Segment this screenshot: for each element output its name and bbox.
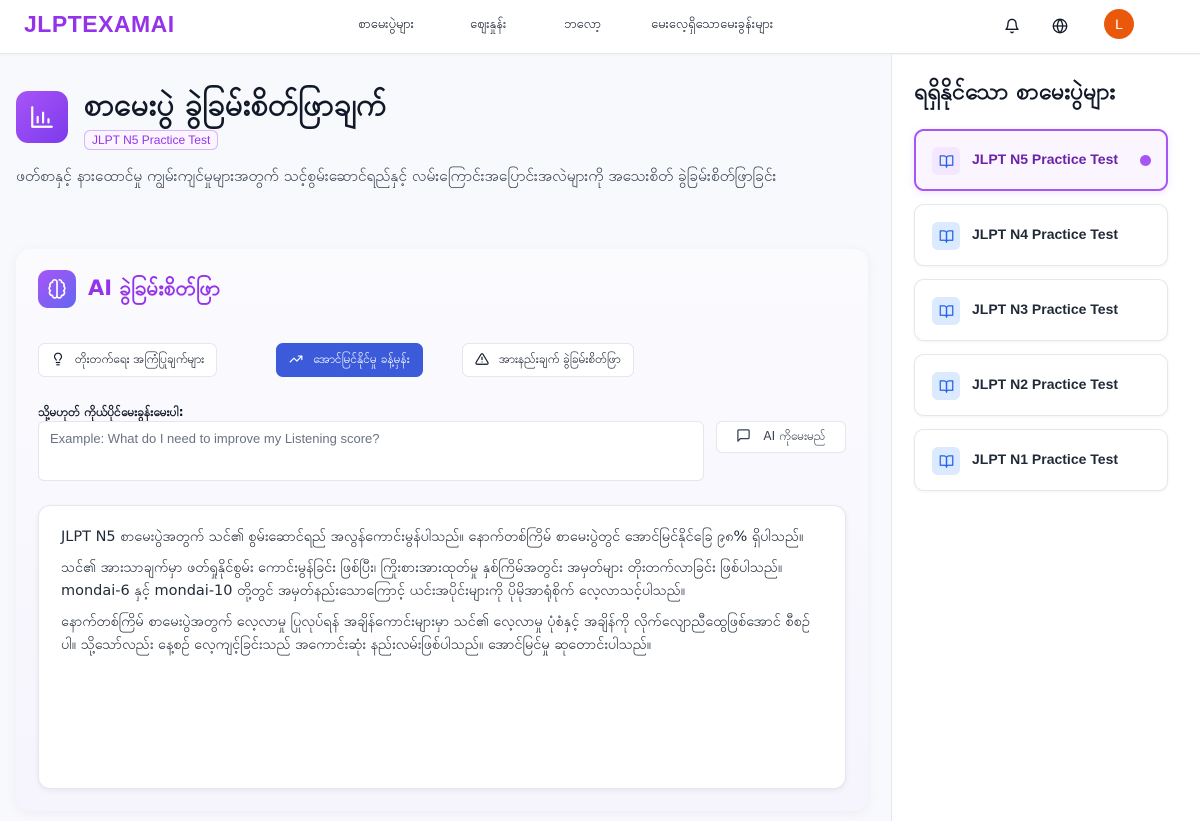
answer-paragraph: သင်၏ အားသာချက်မှာ ဖတ်ရှုနိုင်စွမ်း ကောင်… — [61, 560, 783, 599]
warning-icon — [475, 352, 489, 369]
test-label: JLPT N3 Practice Test — [972, 301, 1119, 317]
answer-paragraph: JLPT N5 စာမေးပွဲအတွက် သင်၏ စွမ်းဆောင်ရည်… — [61, 529, 804, 545]
message-icon — [736, 428, 751, 446]
book-icon — [932, 147, 960, 175]
sidebar-title: ရရှိနိုင်သော စာမေးပွဲများ — [914, 79, 1116, 105]
test-label: JLPT N2 Practice Test — [972, 376, 1119, 392]
test-label: JLPT N5 Practice Test — [972, 151, 1119, 167]
bar-chart-icon — [16, 91, 68, 143]
question-input[interactable] — [38, 421, 704, 481]
book-icon — [932, 447, 960, 475]
tab-label: အားနည်းချက် ခွဲခြမ်းစိတ်ဖြာ — [499, 352, 621, 366]
ai-answer-box: JLPT N5 စာမေးပွဲအတွက် သင်၏ စွမ်းဆောင်ရည်… — [38, 505, 846, 789]
test-item-n1[interactable]: JLPT N1 Practice Test — [914, 429, 1168, 491]
active-indicator — [1140, 155, 1151, 166]
nav-blog[interactable]: ဘလော့ — [564, 16, 601, 35]
nav-pricing[interactable]: ဈေးနှုန်း — [470, 16, 506, 35]
answer-paragraph: နောက်တစ်ကြိမ် စာမေးပွဲအတွက် လေ့လာမှု ပြု… — [61, 614, 810, 653]
bell-icon[interactable] — [1000, 14, 1024, 38]
main-content: စာမေးပွဲ ခွဲခြမ်းစိတ်ဖြာချက် JLPT N5 Pra… — [0, 55, 890, 821]
tab-improvement-tips[interactable]: တိုးတက်ရေး အကြံပြုချက်များ — [38, 343, 218, 377]
page-title: စာမေးပွဲ ခွဲခြမ်းစိတ်ဖြာချက် — [84, 87, 387, 123]
ai-analysis-card: AI ခွဲခြမ်းစိတ်ဖြာ တိုးတက်ရေး အကြံပြုချက… — [16, 249, 868, 811]
lightbulb-icon — [51, 352, 65, 369]
top-navbar: JLPTEXAMAI စာမေးပွဲများ ဈေးနှုန်း ဘလော့ … — [0, 0, 1200, 54]
tab-weakness-analysis[interactable]: အားနည်းချက် ခွဲခြမ်းစိတ်ဖြာ — [462, 343, 634, 377]
tab-label: တိုးတက်ရေး အကြံပြုချက်များ — [75, 352, 205, 366]
globe-icon[interactable] — [1048, 14, 1072, 38]
tab-label: အောင်မြင်နိုင်မှု ခန့်မှန်း — [313, 352, 410, 366]
ai-panel-title: AI ခွဲခြမ်းစိတ်ဖြာ — [88, 276, 221, 300]
test-item-n5[interactable]: JLPT N5 Practice Test — [914, 129, 1168, 191]
available-tests-sidebar: ရရှိနိုင်သော စာမေးပွဲများ JLPT N5 Practi… — [891, 55, 1200, 821]
question-label: သို့မဟုတ် ကိုယ်ပိုင်မေးခွန်းမေးပါ: — [38, 405, 184, 419]
trending-up-icon — [289, 352, 303, 369]
nav-exams[interactable]: စာမေးပွဲများ — [358, 16, 414, 35]
user-avatar[interactable]: L — [1104, 9, 1134, 39]
test-label: JLPT N1 Practice Test — [972, 451, 1119, 467]
nav-faq[interactable]: မေးလေ့ရှိသောမေးခွန်းများ — [651, 16, 773, 35]
book-icon — [932, 222, 960, 250]
test-item-n3[interactable]: JLPT N3 Practice Test — [914, 279, 1168, 341]
test-label: JLPT N4 Practice Test — [972, 226, 1119, 242]
test-badge: JLPT N5 Practice Test — [84, 130, 219, 150]
ask-ai-button[interactable]: AI ကိုမေးမည် — [716, 421, 846, 453]
tab-success-prediction[interactable]: အောင်မြင်နိုင်မှု ခန့်မှန်း — [276, 343, 423, 377]
test-item-n4[interactable]: JLPT N4 Practice Test — [914, 204, 1168, 266]
book-icon — [932, 372, 960, 400]
brain-icon — [38, 270, 76, 308]
brand-logo[interactable]: JLPTEXAMAI — [24, 11, 175, 38]
page-description: ဖတ်စာနှင့် နားထောင်မှု ကျွမ်းကျင်မှုများ… — [16, 167, 777, 185]
ask-ai-label: AI ကိုမေးမည် — [763, 429, 826, 443]
test-item-n2[interactable]: JLPT N2 Practice Test — [914, 354, 1168, 416]
book-icon — [932, 297, 960, 325]
